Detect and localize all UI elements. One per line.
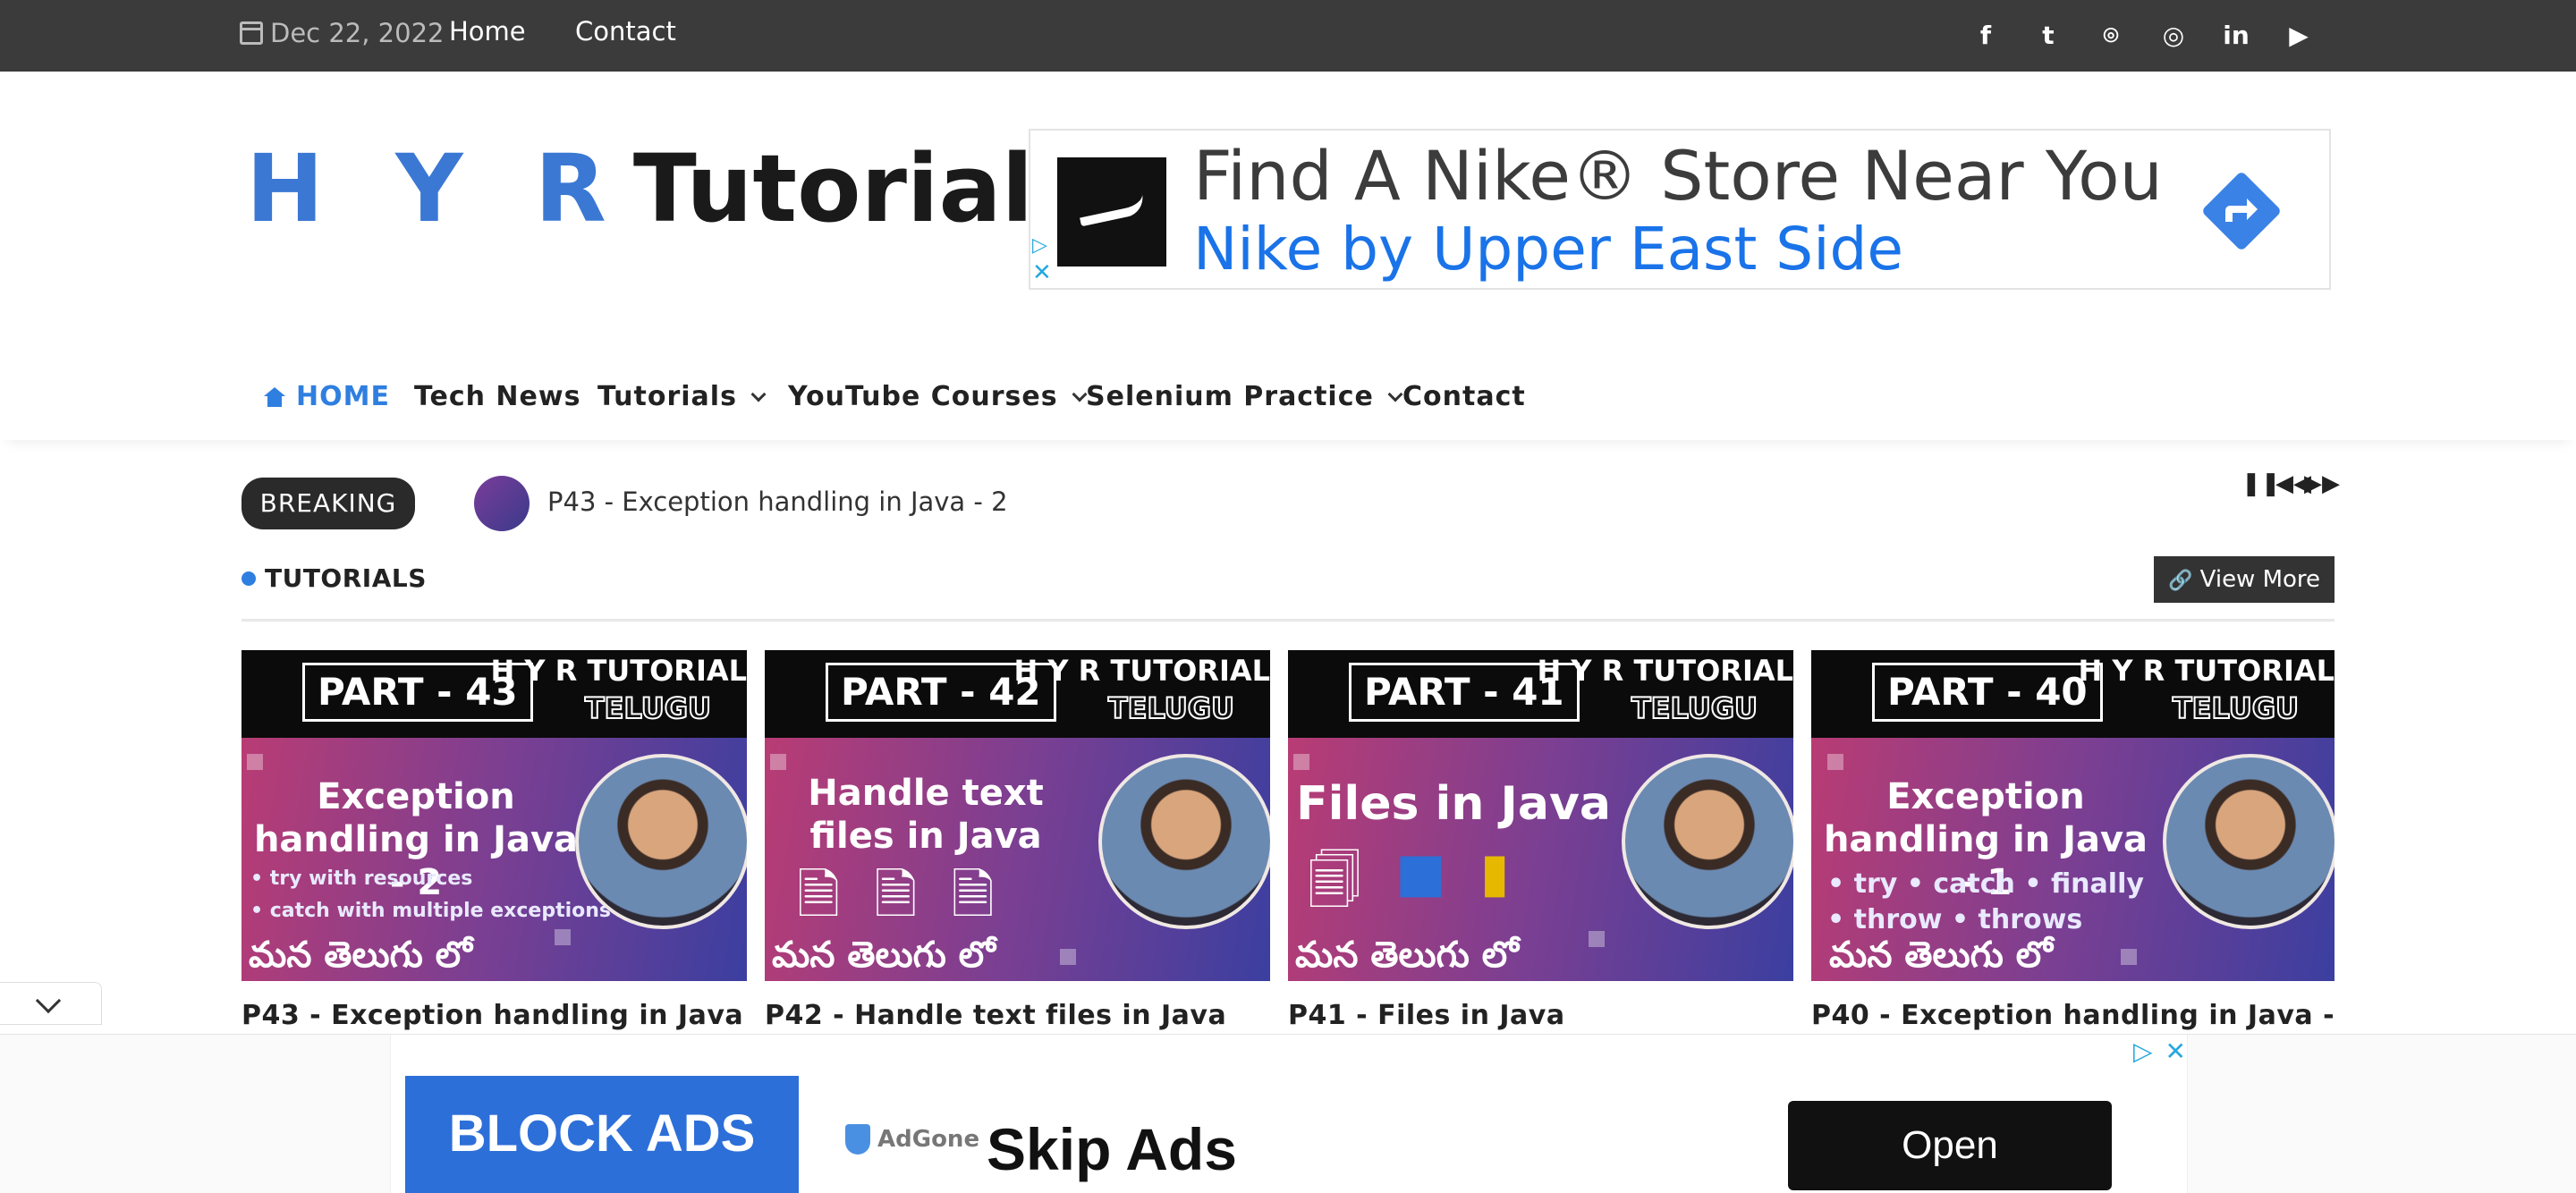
top-link-home[interactable]: Home	[449, 16, 526, 47]
folder-icon: ■	[1394, 842, 1446, 904]
card-title[interactable]: P42 - Handle text files in Java	[765, 1000, 1226, 1031]
nav-tutorials-label: Tutorials	[597, 381, 737, 412]
section-divider	[242, 619, 2334, 622]
breaking-thumbnail[interactable]	[474, 476, 530, 531]
card-telugu-footer: మన తెలుగు లో	[1829, 935, 2053, 976]
skip-ads-text[interactable]: Skip Ads	[987, 1115, 1237, 1183]
card-telugu-footer: మన తెలుగు లో	[1295, 935, 1519, 976]
presenter-avatar	[575, 754, 747, 929]
top-link-contact[interactable]: Contact	[575, 16, 676, 47]
nike-logo	[1057, 157, 1166, 267]
card-bullets: • try with resources • catch with multip…	[250, 867, 611, 922]
logo-hyr: H Y R	[246, 134, 626, 243]
tutorial-card[interactable]: PART - 41 H Y R TUTORIAL TELUGU Files in…	[1288, 650, 1793, 981]
collapse-ad-toggle[interactable]	[0, 982, 102, 1025]
nav-home[interactable]: HOME	[264, 381, 390, 412]
breaking-headline[interactable]: P43 - Exception handling in Java - 2	[547, 487, 1008, 517]
nav-tech-news[interactable]: Tech News	[414, 381, 580, 412]
nav-tech-news-label: Tech News	[414, 381, 581, 412]
fast-forward-icon[interactable]: ▶▶	[2304, 470, 2340, 497]
shield-icon	[845, 1124, 870, 1155]
open-button[interactable]: Open	[1788, 1101, 2112, 1190]
file-icon: ▮	[1479, 842, 1510, 904]
nav-contact[interactable]: Contact	[1402, 381, 1526, 412]
card-brand: H Y R TUTORIAL	[2078, 654, 2334, 688]
ad-title[interactable]: Find A Nike® Store Near You	[1193, 136, 2163, 216]
instagram-icon[interactable]: ◎	[2159, 20, 2188, 52]
chevron-down-icon	[1072, 386, 1088, 402]
file-icons: 🗐 ■ ▮	[1308, 842, 1510, 933]
facebook-icon[interactable]: f	[1971, 20, 2000, 52]
view-more-label: View More	[2199, 566, 2321, 593]
chevron-down-icon	[1387, 386, 1403, 402]
ad-close-icon[interactable]: ✕	[1032, 259, 1052, 286]
logo-tutorials: Tutorials	[632, 134, 1089, 243]
document-icon: 🗎	[951, 864, 995, 926]
card-brand: H Y R TUTORIAL	[490, 654, 747, 688]
txt-file-icon: 🗎	[874, 864, 918, 926]
card-brand: H Y R TUTORIAL	[1013, 654, 1270, 688]
card-part-label: PART - 40	[1872, 663, 2103, 722]
bottom-ad-banner: BLOCK ADS AdGone Skip Ads Open ▷ ✕	[0, 1034, 2576, 1193]
tutorial-card[interactable]: PART - 40 H Y R TUTORIAL TELUGU Exceptio…	[1811, 650, 2334, 981]
linkedin-icon[interactable]: in	[2222, 20, 2250, 52]
nav-home-label: HOME	[296, 381, 390, 412]
date-text: Dec 22, 2022	[270, 18, 445, 48]
card-title[interactable]: P40 - Exception handling in Java -	[1811, 1000, 2334, 1031]
nav-tutorials[interactable]: Tutorials	[597, 381, 767, 412]
card-headline: Handle text files in Java	[808, 773, 1044, 857]
ad-info-icon[interactable]: ▷	[1032, 234, 1047, 257]
chevron-down-icon	[750, 386, 767, 402]
card-headline: Files in Java	[1296, 777, 1611, 831]
tutorial-card[interactable]: PART - 42 H Y R TUTORIAL TELUGU Handle t…	[765, 650, 1270, 981]
main-nav: HOME Tech News Tutorials YouTube Courses…	[0, 322, 2576, 440]
top-ad-banner[interactable]: Find A Nike® Store Near You Nike by Uppe…	[1029, 129, 2331, 290]
presenter-avatar	[1622, 754, 1793, 929]
ad-info-icon[interactable]: ▷	[2133, 1036, 2153, 1066]
site-logo[interactable]: H Y R Tutorials	[246, 134, 1089, 243]
nav-youtube-courses[interactable]: YouTube Courses	[788, 381, 1088, 412]
nav-contact-label: Contact	[1402, 381, 1526, 412]
top-bar: Dec 22, 2022 Home Contact f t ⌾ ◎ in ▶	[0, 0, 2576, 72]
youtube-icon[interactable]: ▶	[2284, 20, 2313, 52]
chevron-down-icon	[35, 987, 62, 1014]
tutorial-card[interactable]: PART - 43 H Y R TUTORIAL TELUGU Exceptio…	[242, 650, 747, 981]
card-telugu-tag: TELUGU	[1107, 690, 1235, 726]
nav-selenium-practice-label: Selenium Practice	[1086, 381, 1374, 412]
card-telugu-footer: మన తెలుగు లో	[249, 935, 472, 976]
directions-icon[interactable]	[2199, 168, 2284, 254]
presenter-avatar	[1098, 754, 1270, 929]
bullet-dot-icon	[242, 571, 256, 586]
github-icon[interactable]: ⌾	[2097, 20, 2125, 52]
ad-close-icon[interactable]: ✕	[2165, 1036, 2186, 1066]
twitter-icon[interactable]: t	[2034, 20, 2063, 52]
date-display: Dec 22, 2022	[240, 18, 444, 48]
notes-icon: 🗐	[1308, 850, 1361, 912]
home-icon	[264, 386, 285, 407]
link-icon: 🔗	[2167, 570, 2193, 592]
section-title: TUTORIALS	[242, 563, 427, 593]
card-brand: H Y R TUTORIAL	[1537, 654, 1793, 688]
txt-file-icon: 🗎	[797, 864, 841, 926]
presenter-avatar	[2163, 754, 2334, 929]
nav-selenium-practice[interactable]: Selenium Practice	[1086, 381, 1403, 412]
card-title[interactable]: P43 - Exception handling in Java	[242, 1000, 743, 1031]
card-telugu-tag: TELUGU	[1631, 690, 1758, 726]
card-title[interactable]: P41 - Files in Java	[1288, 1000, 1565, 1031]
breaking-badge: BREAKING	[242, 478, 415, 529]
nav-youtube-courses-label: YouTube Courses	[788, 381, 1058, 412]
calendar-icon	[240, 21, 263, 45]
card-telugu-tag: TELUGU	[2172, 690, 2300, 726]
adgone-logo: AdGone	[845, 1124, 979, 1155]
card-telugu-tag: TELUGU	[584, 690, 712, 726]
view-more-button[interactable]: 🔗 View More	[2154, 556, 2334, 603]
section-title-text: TUTORIALS	[265, 563, 427, 593]
card-bullets: • try • catch • finally • throw • throws	[1827, 868, 2144, 935]
ad-subtitle[interactable]: Nike by Upper East Side	[1193, 215, 1903, 283]
block-ads-button[interactable]: BLOCK ADS	[405, 1076, 799, 1193]
file-icons: 🗎 🗎 🗎	[797, 856, 995, 947]
card-telugu-footer: మన తెలుగు లో	[772, 935, 996, 976]
